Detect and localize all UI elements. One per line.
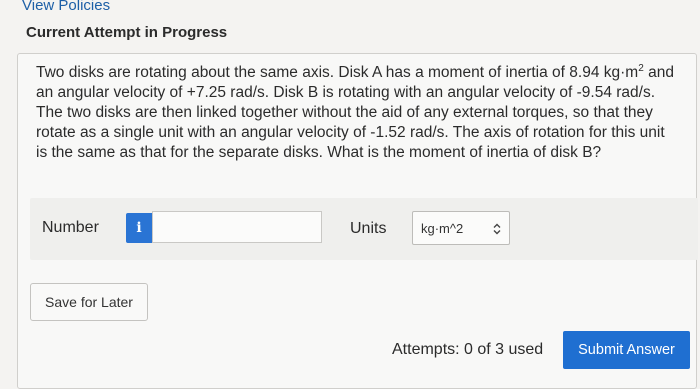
save-for-later-button[interactable]: Save for Later bbox=[30, 283, 148, 321]
submit-answer-button[interactable]: Submit Answer bbox=[563, 331, 690, 369]
units-selected-value: kg·m^2 bbox=[421, 221, 464, 236]
question-text: Two disks are rotating about the same ax… bbox=[36, 63, 676, 163]
units-label: Units bbox=[350, 220, 387, 237]
info-icon[interactable]: i bbox=[126, 213, 152, 243]
attempts-counter: Attempts: 0 of 3 used bbox=[392, 341, 544, 358]
up-down-chevron-icon bbox=[493, 223, 501, 235]
number-label: Number bbox=[42, 219, 99, 236]
view-policies-link[interactable]: View Policies bbox=[22, 0, 110, 14]
units-select[interactable]: kg·m^2 bbox=[412, 211, 510, 245]
number-input[interactable] bbox=[152, 211, 322, 243]
current-attempt-heading: Current Attempt in Progress bbox=[26, 24, 228, 41]
question-text-part1: Two disks are rotating about the same ax… bbox=[36, 64, 639, 81]
